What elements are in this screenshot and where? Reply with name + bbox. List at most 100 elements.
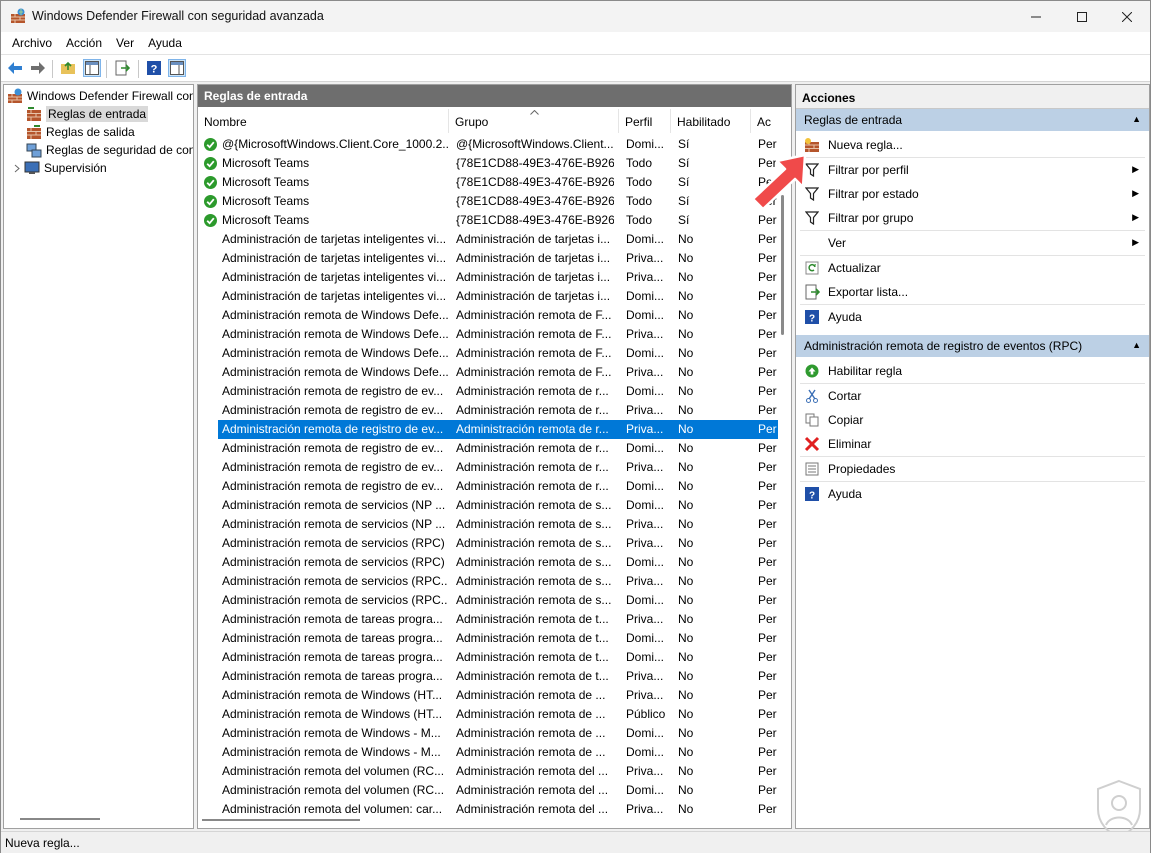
action-label: Filtrar por grupo (828, 211, 914, 225)
minimize-button[interactable] (1013, 1, 1059, 32)
table-row[interactable]: Administración remota de servicios (RPC)… (198, 553, 778, 572)
table-row[interactable]: Administración remota de tareas progra..… (198, 610, 778, 629)
cell-name: Administración remota de registro de ev.… (222, 384, 444, 398)
table-row[interactable]: Administración remota de Windows Defe...… (198, 325, 778, 344)
action-export-list[interactable]: Exportar lista... (796, 280, 1149, 304)
table-row[interactable]: Administración remota de Windows - M... A… (198, 724, 778, 743)
table-row[interactable]: Administración remota de servicios (RPC)… (198, 534, 778, 553)
maximize-button[interactable] (1059, 1, 1105, 32)
menu-archivo[interactable]: Archivo (5, 36, 59, 50)
table-row[interactable]: Administración de tarjetas inteligentes … (198, 230, 778, 249)
horizontal-scrollbar[interactable] (202, 819, 360, 821)
action-new-rule[interactable]: Nueva regla... (796, 133, 1149, 157)
collapse-caret-icon[interactable]: ▲ (1132, 114, 1141, 124)
actions-section-inbound-rules[interactable]: Reglas de entrada ▲ (796, 109, 1149, 131)
firewall-app-icon (10, 8, 26, 24)
action-filter-by-state[interactable]: Filtrar por estado ▶ (796, 182, 1149, 206)
cell-action: Per (758, 365, 777, 379)
watermark-logo-icon (1097, 779, 1141, 839)
table-row[interactable]: Administración remota de Windows Defe...… (198, 363, 778, 382)
tree-item-outbound-rules[interactable]: Reglas de salida (26, 123, 135, 141)
cell-profile: Domi... (626, 289, 665, 303)
table-row[interactable]: Microsoft Teams {78E1CD88-49E3-476E-B926-… (198, 211, 778, 230)
table-row[interactable]: Administración remota de registro de ev.… (198, 382, 778, 401)
cell-enabled: No (678, 707, 694, 721)
action-filter-by-group[interactable]: Filtrar por grupo ▶ (796, 206, 1149, 230)
close-button[interactable] (1104, 1, 1150, 32)
menu-ver[interactable]: Ver (109, 36, 141, 50)
show-hide-action-pane-icon[interactable] (168, 59, 186, 77)
table-row[interactable]: Administración de tarjetas inteligentes … (198, 249, 778, 268)
action-help-rule[interactable]: ? Ayuda (796, 482, 1149, 506)
action-copy[interactable]: Copiar (796, 408, 1149, 432)
table-row[interactable]: Administración remota de Windows (HT... A… (198, 705, 778, 724)
cell-group: Administración remota de ... (456, 726, 606, 740)
action-view[interactable]: Ver ▶ (796, 231, 1149, 255)
submenu-arrow-icon: ▶ (1132, 212, 1139, 222)
back-arrow-icon[interactable] (6, 59, 24, 77)
column-header-profile[interactable]: Perfil (619, 109, 671, 133)
vertical-scrollbar[interactable] (781, 195, 784, 335)
table-row[interactable]: Administración remota de Windows - M... A… (198, 743, 778, 762)
expand-chevron-icon[interactable] (10, 164, 24, 173)
column-header-name[interactable]: Nombre (198, 109, 449, 133)
table-row[interactable]: Administración remota de registro de ev.… (198, 439, 778, 458)
table-row[interactable]: Administración remota de Windows Defe...… (198, 344, 778, 363)
cell-name: Administración remota de tareas progra..… (222, 612, 443, 626)
table-row[interactable]: Administración remota de tareas progra..… (198, 667, 778, 686)
section-title: Reglas de entrada (804, 113, 903, 127)
help-icon: ? (804, 309, 820, 325)
action-help[interactable]: ? Ayuda (796, 305, 1149, 329)
action-filter-by-profile[interactable]: Filtrar por perfil ▶ (796, 158, 1149, 182)
action-label: Eliminar (828, 437, 872, 451)
menu-ayuda[interactable]: Ayuda (141, 36, 189, 50)
table-row[interactable]: Administración remota de servicios (RPC.… (198, 572, 778, 591)
table-row[interactable]: Administración remota de Windows (HT... A… (198, 686, 778, 705)
collapse-caret-icon[interactable]: ▲ (1132, 340, 1141, 350)
actions-section-selected-rule[interactable]: Administración remota de registro de eve… (796, 335, 1149, 357)
show-hide-tree-icon[interactable] (83, 59, 101, 77)
tree-item-connection-security-rules[interactable]: Reglas de seguridad de con (26, 141, 193, 159)
cell-enabled: No (678, 650, 694, 664)
table-row[interactable]: Administración remota de tareas progra..… (198, 629, 778, 648)
table-row[interactable]: Administración remota del volumen (RC...… (198, 781, 778, 800)
export-list-icon[interactable] (113, 59, 131, 77)
table-row[interactable]: Microsoft Teams {78E1CD88-49E3-476E-B926-… (198, 173, 778, 192)
tree-root[interactable]: Windows Defender Firewall con (7, 87, 193, 105)
tree-item-inbound-rules[interactable]: Reglas de entrada (26, 105, 149, 123)
cell-profile: Priva... (626, 517, 664, 531)
tree-item-monitoring[interactable]: Supervisión (10, 159, 107, 177)
cell-action: Per (758, 536, 777, 550)
table-row[interactable]: Administración de tarjetas inteligentes … (198, 287, 778, 306)
forward-arrow-icon[interactable] (29, 59, 47, 77)
cell-enabled: No (678, 802, 694, 816)
table-row[interactable]: Administración remota de registro de ev.… (198, 401, 778, 420)
table-row[interactable]: Administración remota de servicios (NP .… (198, 496, 778, 515)
action-enable-rule[interactable]: Habilitar regla (796, 359, 1149, 383)
table-row[interactable]: Administración remota del volumen: car..… (198, 800, 778, 819)
up-folder-icon[interactable] (59, 59, 77, 77)
action-delete[interactable]: Eliminar (796, 432, 1149, 456)
column-header-enabled[interactable]: Habilitado (671, 109, 751, 133)
table-row[interactable]: Administración remota de registro de ev.… (198, 458, 778, 477)
table-row[interactable]: Administración remota de registro de ev.… (198, 420, 778, 439)
table-row[interactable]: Administración remota de registro de ev.… (198, 477, 778, 496)
table-row[interactable]: Administración remota de servicios (NP .… (198, 515, 778, 534)
cell-group: {78E1CD88-49E3-476E-B926-... (456, 175, 614, 189)
table-row[interactable]: Administración remota de tareas progra..… (198, 648, 778, 667)
table-row[interactable]: @{MicrosoftWindows.Client.Core_1000.2...… (198, 135, 778, 154)
action-cut[interactable]: Cortar (796, 384, 1149, 408)
table-row[interactable]: Administración remota de servicios (RPC.… (198, 591, 778, 610)
action-properties[interactable]: Propiedades (796, 457, 1149, 481)
tree-horizontal-scrollbar[interactable] (20, 818, 100, 820)
table-row[interactable]: Microsoft Teams {78E1CD88-49E3-476E-B926-… (198, 154, 778, 173)
table-row[interactable]: Microsoft Teams {78E1CD88-49E3-476E-B926-… (198, 192, 778, 211)
help-icon[interactable]: ? (145, 59, 163, 77)
table-row[interactable]: Administración remota de Windows Defe...… (198, 306, 778, 325)
action-refresh[interactable]: Actualizar (796, 256, 1149, 280)
cell-profile: Priva... (626, 460, 664, 474)
column-header-action[interactable]: Ac (751, 109, 781, 133)
menu-accion[interactable]: Acción (59, 36, 109, 50)
table-row[interactable]: Administración de tarjetas inteligentes … (198, 268, 778, 287)
table-row[interactable]: Administración remota del volumen (RC...… (198, 762, 778, 781)
